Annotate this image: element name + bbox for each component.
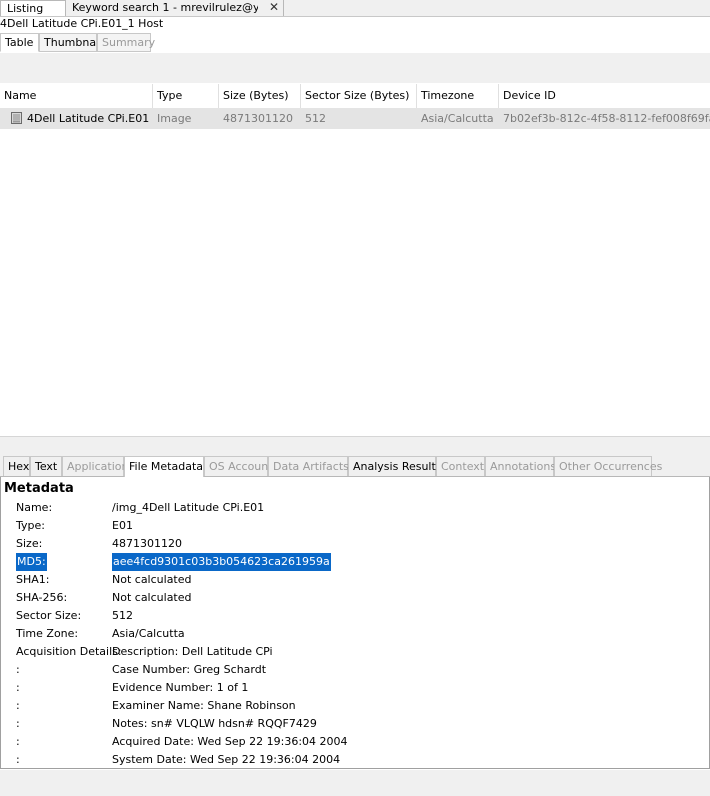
metadata-value: System Date: Wed Sep 22 19:36:04 2004 (112, 753, 341, 766)
metadata-label: Time Zone: (16, 627, 79, 640)
column-header-timezone[interactable]: Timezone (417, 84, 499, 108)
metadata-value: Acquired Date: Wed Sep 22 19:36:04 2004 (112, 735, 348, 748)
cell-name[interactable]: 4Dell Latitude CPi.E01 (0, 108, 153, 129)
disk-image-icon (11, 112, 22, 124)
panel-splitter[interactable] (0, 436, 710, 456)
metadata-value: /img_4Dell Latitude CPi.E01 (112, 501, 265, 514)
tab-label: Thumbnail (44, 36, 103, 49)
content-viewer-tabs: Hex Text Application File Metadata OS Ac… (0, 455, 710, 477)
column-header-device-id[interactable]: Device ID (499, 84, 710, 108)
cell-sector-size: 512 (305, 112, 326, 125)
listing-view-tabs: Table Thumbnail Summary (0, 33, 710, 53)
metadata-value: 512 (112, 609, 133, 622)
tab-annotations[interactable]: Annotations (485, 456, 557, 476)
metadata-label[interactable]: MD5: (16, 553, 47, 571)
tab-label: Data Artifacts (273, 460, 349, 473)
column-header-type[interactable]: Type (153, 84, 219, 108)
tab-table[interactable]: Table (0, 33, 39, 52)
column-header-size[interactable]: Size (Bytes) (219, 84, 301, 108)
metadata-value: Notes: sn# VLQLW hdsn# RQQF7429 (112, 717, 317, 730)
tab-hex[interactable]: Hex (3, 456, 30, 476)
tab-summary[interactable]: Summary (97, 33, 155, 52)
toolbar-area (0, 53, 710, 83)
cell-type: Image (157, 112, 192, 125)
metadata-title: Metadata (4, 481, 74, 496)
tab-file-metadata[interactable]: File Metadata (124, 456, 204, 477)
tab-thumbnail[interactable]: Thumbnail (39, 33, 102, 52)
metadata-label: SHA-256: (16, 591, 68, 604)
metadata-label: Sector Size: (16, 609, 82, 622)
metadata-label: : (16, 753, 20, 766)
metadata-value: Not calculated (112, 573, 192, 586)
tab-label: Annotations (490, 460, 557, 473)
column-header-name[interactable]: Name (0, 84, 153, 108)
tab-application[interactable]: Application (62, 456, 128, 476)
metadata-label: Size: (16, 537, 43, 550)
tab-label: File Metadata (129, 460, 203, 473)
tab-label: Summary (102, 36, 156, 49)
metadata-panel: Metadata Name: /img_4Dell Latitude CPi.E… (0, 477, 710, 769)
metadata-label: : (16, 735, 20, 748)
metadata-value-md5[interactable]: aee4fcd9301c03b3b054623ca261959a (112, 553, 331, 571)
metadata-label: SHA1: (16, 573, 50, 586)
host-title: 4Dell Latitude CPi.E01_1 Host (0, 17, 164, 30)
cell-device-id: 7b02ef3b-812c-4f58-8112-fef008f69faa (503, 112, 710, 125)
table-header: Name Type Size (Bytes) Sector Size (Byte… (0, 84, 710, 109)
metadata-label: : (16, 717, 20, 730)
status-bar (0, 770, 710, 796)
tab-os-account[interactable]: OS Account (204, 456, 273, 476)
tab-data-artifacts[interactable]: Data Artifacts (268, 456, 349, 476)
tab-label: Context (441, 460, 485, 473)
metadata-label: Name: (16, 501, 53, 514)
tab-label: Other Occurrences (559, 460, 663, 473)
tab-label: OS Account (209, 460, 273, 473)
tab-label: Text (35, 460, 58, 473)
tab-label: Keyword search 1 - mrevilrulez@ya... (72, 1, 258, 14)
metadata-value: E01 (112, 519, 133, 532)
tab-context[interactable]: Context (436, 456, 485, 476)
cell-name-text: 4Dell Latitude CPi.E01 (27, 112, 150, 125)
table-empty-area (0, 129, 710, 436)
tab-label: Application (67, 460, 129, 473)
metadata-value: Evidence Number: 1 of 1 (112, 681, 249, 694)
metadata-value: Description: Dell Latitude CPi (112, 645, 273, 658)
metadata-value: 4871301120 (112, 537, 182, 550)
tab-label: Listing (7, 2, 44, 15)
column-header-sector-size[interactable]: Sector Size (Bytes) (301, 84, 417, 108)
table-row[interactable]: 4Dell Latitude CPi.E01 Image 4871301120 … (0, 108, 710, 129)
tab-listing[interactable]: Listing (0, 0, 66, 16)
metadata-value: Asia/Calcutta (112, 627, 185, 640)
metadata-label: Type: (16, 519, 45, 532)
close-icon[interactable]: ✕ (269, 0, 279, 15)
cell-size: 4871301120 (223, 112, 293, 125)
metadata-value: Examiner Name: Shane Robinson (112, 699, 296, 712)
tab-label: Table (5, 36, 34, 49)
metadata-label: : (16, 663, 20, 676)
metadata-label: : (16, 699, 20, 712)
tab-other-occurrences[interactable]: Other Occurrences (554, 456, 662, 476)
metadata-label: : (16, 681, 20, 694)
metadata-value: Case Number: Greg Schardt (112, 663, 267, 676)
tab-text[interactable]: Text (30, 456, 62, 476)
tab-label: Hex (8, 460, 30, 473)
tab-label: Analysis Results (353, 460, 442, 473)
cell-timezone: Asia/Calcutta (421, 112, 494, 125)
metadata-label: Acquisition Details: (16, 645, 122, 658)
metadata-value: Not calculated (112, 591, 192, 604)
top-tab-strip: Listing Keyword search 1 - mrevilrulez@y… (0, 0, 710, 17)
tab-analysis-results[interactable]: Analysis Results (348, 456, 442, 476)
tab-keyword-search[interactable]: Keyword search 1 - mrevilrulez@ya... ✕ (66, 0, 284, 16)
